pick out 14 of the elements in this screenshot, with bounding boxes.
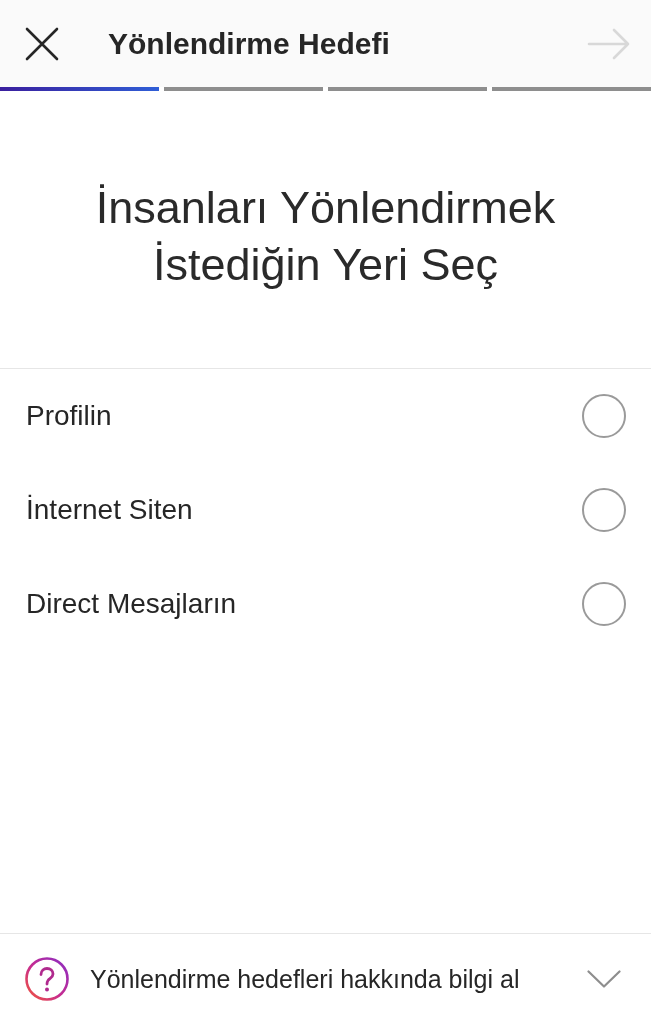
screen-title: Yönlendirme Hedefi bbox=[108, 26, 391, 61]
info-link[interactable]: Yönlendirme hedefleri hakkında bilgi al bbox=[90, 964, 520, 994]
option-label[interactable]: Profilin bbox=[26, 400, 112, 432]
option-label[interactable]: Direct Mesajların bbox=[26, 588, 237, 620]
radio-button[interactable] bbox=[582, 488, 626, 532]
close-button[interactable] bbox=[24, 25, 60, 62]
arrow-right-icon bbox=[587, 27, 631, 60]
radio-button[interactable] bbox=[582, 394, 626, 438]
close-icon bbox=[25, 26, 59, 61]
option-label[interactable]: İnternet Siten bbox=[26, 494, 193, 526]
radio-button[interactable] bbox=[582, 582, 626, 626]
help-icon bbox=[25, 957, 69, 1001]
chevron-down-icon[interactable] bbox=[587, 970, 621, 988]
page-heading: İnsanları Yönlendirmek İstediğin Yeri Seç bbox=[94, 181, 557, 292]
